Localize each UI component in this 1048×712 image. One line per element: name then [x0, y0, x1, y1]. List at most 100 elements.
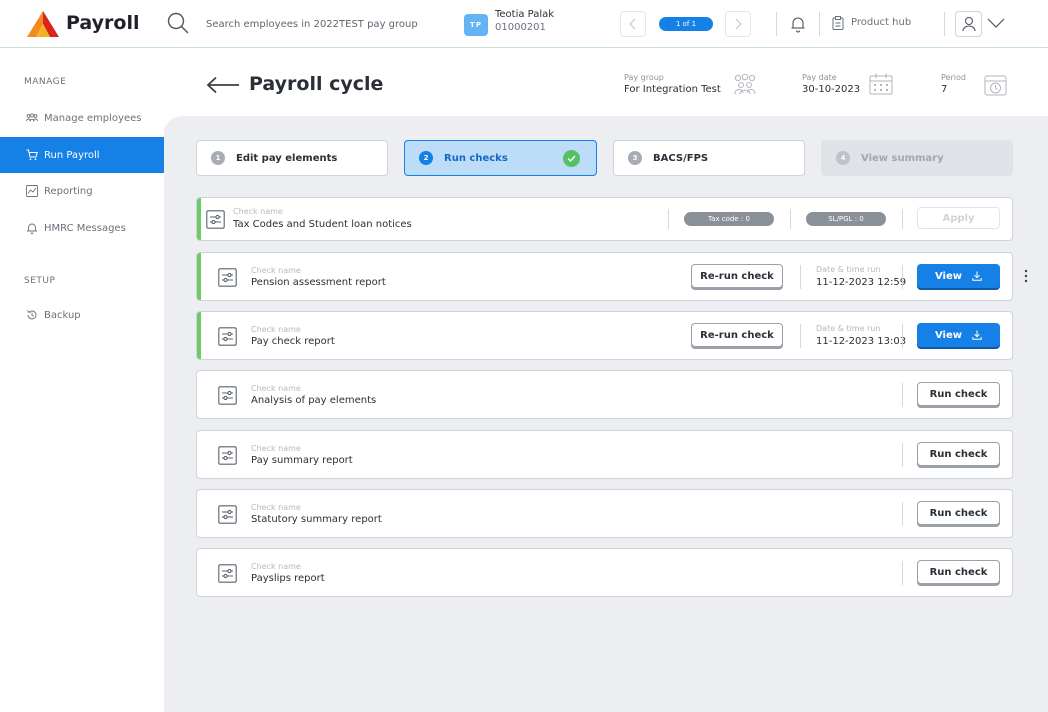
- step-label: Run checks: [444, 152, 508, 164]
- check-sliders-icon: [218, 268, 237, 287]
- sidebar-item-label: Reporting: [44, 185, 93, 197]
- divider: [902, 502, 903, 526]
- run-check-button[interactable]: Run check: [917, 382, 1000, 406]
- divider: [800, 265, 801, 289]
- check-sliders-icon: [218, 564, 237, 583]
- divider: [902, 561, 903, 585]
- sidebar: MANAGE Manage employees Run Payroll Repo…: [0, 49, 164, 712]
- chevron-left-icon: [629, 18, 636, 30]
- user-menu-button[interactable]: [955, 11, 982, 37]
- divider: [776, 12, 777, 36]
- period-calendar-clock-icon: [984, 75, 1007, 96]
- employee-search-input[interactable]: [206, 13, 436, 35]
- check-name: Pay summary report: [251, 455, 353, 466]
- pay-group-label: Pay group: [624, 73, 664, 82]
- divider: [819, 12, 820, 36]
- app-brand: Payroll: [66, 12, 140, 34]
- download-icon: [972, 330, 982, 340]
- restore-icon: [27, 310, 37, 320]
- sidebar-item-run-payroll[interactable]: Run Payroll: [0, 137, 164, 173]
- view-report-button[interactable]: View: [917, 323, 1000, 347]
- check-name-label: Check name: [233, 207, 283, 216]
- step-run-checks[interactable]: 2 Run checks: [404, 140, 597, 176]
- divider: [902, 209, 903, 229]
- check-name: Payslips report: [251, 573, 325, 584]
- sidebar-item-hmrc-messages[interactable]: HMRC Messages: [0, 210, 164, 246]
- clipboard-icon: [832, 16, 844, 30]
- top-bar: Payroll TP Teotia Palak 01000201 1 of 1 …: [0, 0, 1048, 48]
- divider: [800, 324, 801, 348]
- step-edit-pay-elements[interactable]: 1 Edit pay elements: [196, 140, 388, 176]
- step-label: BACS/FPS: [653, 152, 709, 164]
- divider: [902, 324, 903, 348]
- check-name-label: Check name: [251, 325, 301, 334]
- employee-avatar[interactable]: TP: [464, 14, 488, 36]
- check-sliders-icon: [218, 505, 237, 524]
- pay-date-value: 30-10-2023: [802, 84, 861, 95]
- more-options-icon[interactable]: [1023, 268, 1029, 284]
- sidebar-item-label: Run Payroll: [44, 149, 100, 161]
- cart-icon: [26, 149, 38, 161]
- sidebar-item-label: HMRC Messages: [44, 222, 126, 234]
- divider: [902, 383, 903, 407]
- check-card-pay-summary-report: Check name Pay summary report Run check: [196, 430, 1013, 479]
- sidebar-item-label: Backup: [44, 309, 81, 321]
- user-icon: [961, 16, 976, 32]
- notifications-bell-icon[interactable]: [790, 15, 806, 33]
- step-bacs-fps[interactable]: 3 BACS/FPS: [613, 140, 805, 176]
- check-name: Analysis of pay elements: [251, 395, 377, 406]
- apply-button: Apply: [917, 207, 1000, 229]
- chart-icon: [26, 185, 38, 197]
- re-run-check-button[interactable]: Re-run check: [691, 323, 783, 347]
- check-card-statutory-summary-report: Check name Statutory summary report Run …: [196, 489, 1013, 538]
- sidebar-item-label: Manage employees: [44, 112, 142, 124]
- sidebar-item-manage-employees[interactable]: Manage employees: [0, 100, 164, 136]
- check-sliders-icon: [218, 386, 237, 405]
- step-number: 2: [419, 151, 433, 165]
- run-check-button[interactable]: Run check: [917, 560, 1000, 584]
- sidebar-item-reporting[interactable]: Reporting: [0, 173, 164, 209]
- search-icon[interactable]: [166, 11, 190, 35]
- product-hub-link[interactable]: Product hub: [851, 17, 911, 28]
- check-name: Pay check report: [251, 336, 335, 347]
- check-name-label: Check name: [251, 503, 301, 512]
- view-button-label: View: [934, 270, 962, 282]
- chevron-down-icon[interactable]: [987, 17, 1005, 29]
- sidebar-section-manage: MANAGE: [24, 77, 67, 87]
- sidebar-item-backup[interactable]: Backup: [0, 297, 164, 333]
- bell-icon: [27, 223, 37, 234]
- check-card-analysis-of-pay-elements: Check name Analysis of pay elements Run …: [196, 370, 1013, 419]
- run-check-button[interactable]: Run check: [917, 501, 1000, 525]
- divider: [902, 265, 903, 289]
- check-name-label: Check name: [251, 266, 301, 275]
- divider: [944, 12, 945, 36]
- run-check-button[interactable]: Run check: [917, 442, 1000, 466]
- pager-count-badge: 1 of 1: [659, 17, 713, 31]
- next-employee-button[interactable]: [725, 11, 751, 37]
- sl-pgl-count-badge: SL/PGL : 0: [806, 212, 886, 226]
- divider: [790, 209, 791, 229]
- page-title: Payroll cycle: [249, 73, 384, 95]
- view-report-button[interactable]: View: [917, 264, 1000, 288]
- check-name-label: Check name: [251, 444, 301, 453]
- check-card-payslips-report: Check name Payslips report Run check: [196, 548, 1013, 597]
- check-sliders-icon: [206, 210, 225, 229]
- step-label: Edit pay elements: [236, 152, 338, 164]
- check-name: Statutory summary report: [251, 514, 382, 525]
- check-name: Pension assessment report: [251, 277, 386, 288]
- datetime-run-value: 11-12-2023 13:03: [816, 336, 907, 347]
- datetime-run-value: 11-12-2023 12:59: [816, 277, 907, 288]
- check-card-pay-check-report: Check name Pay check report Re-run check…: [196, 311, 1013, 360]
- view-button-label: View: [934, 329, 962, 341]
- sidebar-section-setup: SETUP: [24, 276, 56, 286]
- step-label: View summary: [861, 152, 944, 164]
- step-number: 4: [836, 151, 850, 165]
- check-sliders-icon: [218, 446, 237, 465]
- previous-employee-button[interactable]: [620, 11, 646, 37]
- back-arrow-icon[interactable]: [206, 76, 240, 94]
- check-name-label: Check name: [251, 384, 301, 393]
- payroll-logo-icon: [27, 11, 59, 37]
- re-run-check-button[interactable]: Re-run check: [691, 264, 783, 288]
- check-sliders-icon: [218, 327, 237, 346]
- divider: [668, 209, 669, 229]
